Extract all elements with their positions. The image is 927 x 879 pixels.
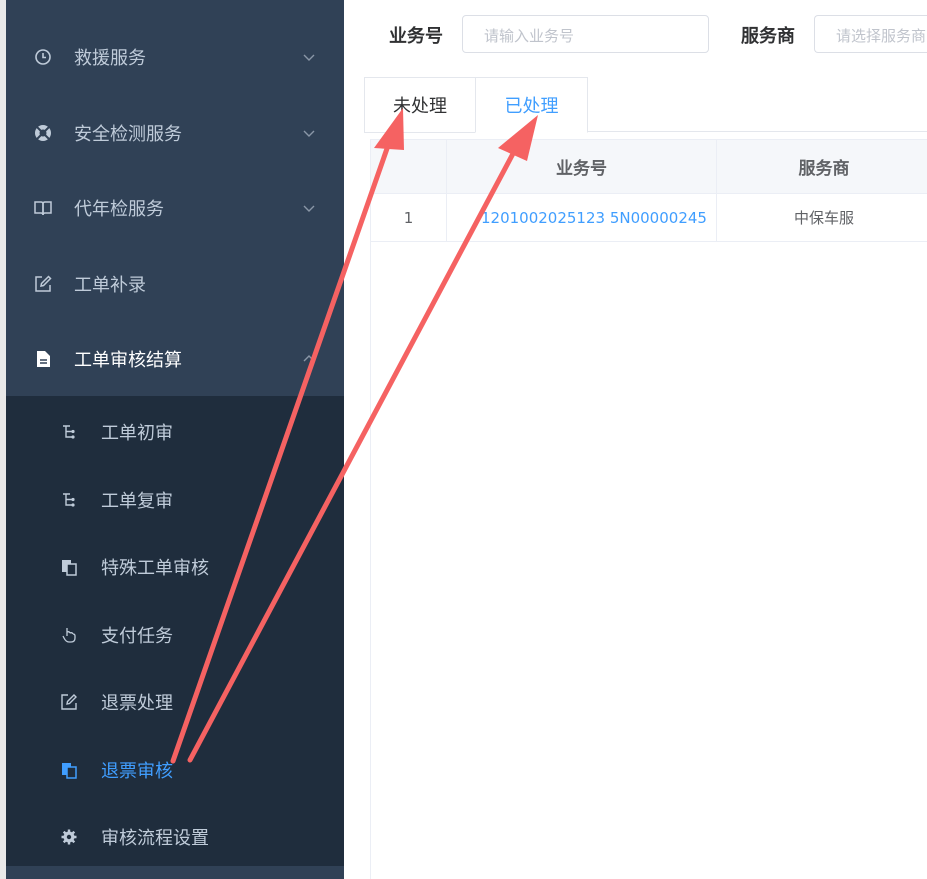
chevron-down-icon bbox=[303, 54, 315, 61]
submenu-item-label: 退票处理 bbox=[101, 692, 173, 714]
tab-label: 已处理 bbox=[504, 96, 559, 117]
submenu-item-label: 工单初审 bbox=[101, 422, 173, 444]
document-icon bbox=[37, 351, 50, 367]
submenu-item-label: 退票审核 bbox=[101, 760, 173, 782]
column-header-business-no: 业务号 bbox=[447, 140, 717, 193]
edit-icon bbox=[35, 275, 52, 292]
copy-icon bbox=[62, 559, 77, 576]
submenu-item-re-review[interactable]: 工单复审 bbox=[6, 466, 344, 533]
tab-processed[interactable]: 已处理 bbox=[475, 77, 588, 133]
submenu-item-audit-flow-settings[interactable]: 审核流程设置 bbox=[6, 803, 344, 870]
chevron-down-icon bbox=[303, 130, 315, 137]
column-header-index bbox=[371, 140, 447, 193]
results-table: 业务号 服务商 1 1201002025123 5N00000245 中保车服 bbox=[370, 139, 927, 879]
submenu-item-label: 特殊工单审核 bbox=[101, 557, 209, 579]
menu-item-label: 代年检服务 bbox=[74, 199, 164, 220]
submenu-order-audit: 工单初审 工单复审 特殊工单审核 支付任务 退票处理 退票审核 审核流程设置 bbox=[6, 396, 344, 866]
business-no-input[interactable]: 请输入业务号 bbox=[462, 15, 709, 53]
tab-unprocessed[interactable]: 未处理 bbox=[364, 77, 476, 133]
flow-icon bbox=[63, 492, 75, 507]
row-business-no-link[interactable]: 1201002025123 5N00000245 bbox=[447, 194, 717, 241]
submenu-item-special-order-audit[interactable]: 特殊工单审核 bbox=[6, 533, 344, 600]
business-no-label: 业务号 bbox=[389, 26, 443, 47]
chevron-down-icon bbox=[303, 205, 315, 212]
gear-icon bbox=[61, 829, 77, 844]
tab-label: 未处理 bbox=[393, 96, 447, 117]
chevron-up-icon bbox=[303, 355, 315, 362]
provider-placeholder: 请选择服务商 bbox=[836, 27, 927, 45]
hand-pointer-icon bbox=[62, 627, 76, 643]
submenu-item-label: 审核流程设置 bbox=[101, 827, 209, 849]
menu-item-safety-check[interactable]: 安全检测服务 bbox=[6, 95, 344, 171]
row-provider: 中保车服 bbox=[793, 209, 854, 227]
menu-item-label: 救援服务 bbox=[74, 48, 146, 69]
copy-icon bbox=[62, 762, 77, 779]
clock-icon bbox=[35, 49, 51, 65]
submenu-item-payment-task[interactable]: 支付任务 bbox=[6, 601, 344, 668]
submenu-item-refund-audit[interactable]: 退票审核 bbox=[6, 736, 344, 803]
menu-item-label: 工单补录 bbox=[74, 275, 146, 296]
lifebuoy-icon bbox=[35, 125, 51, 141]
menu-item-label: 工单审核结算 bbox=[74, 350, 182, 371]
sidebar: 救援服务 安全检测服务 代年检服务 工单补录 工单审核结算 工单初审 工单复审 … bbox=[0, 0, 344, 879]
book-icon bbox=[34, 201, 52, 216]
column-header-provider: 服务商 bbox=[798, 159, 850, 179]
row-index: 1 bbox=[371, 194, 447, 241]
edit-icon bbox=[61, 693, 77, 710]
menu-item-rescue[interactable]: 救援服务 bbox=[6, 19, 344, 95]
sidebar-bottom bbox=[6, 866, 344, 879]
business-no-placeholder: 请输入业务号 bbox=[484, 27, 575, 45]
menu-item-order-supplement[interactable]: 工单补录 bbox=[6, 246, 344, 322]
submenu-item-refund-handling[interactable]: 退票处理 bbox=[6, 668, 344, 735]
provider-label: 服务商 bbox=[741, 26, 795, 47]
menu-item-label: 安全检测服务 bbox=[74, 124, 182, 145]
menu-item-order-audit-settlement[interactable]: 工单审核结算 bbox=[6, 321, 344, 397]
submenu-item-initial-review[interactable]: 工单初审 bbox=[6, 398, 344, 465]
submenu-item-label: 工单复审 bbox=[101, 490, 173, 512]
submenu-item-label: 支付任务 bbox=[101, 625, 173, 647]
menu-item-annual-inspection[interactable]: 代年检服务 bbox=[6, 170, 344, 246]
provider-select[interactable]: 请选择服务商 bbox=[814, 15, 927, 53]
table-row[interactable]: 1 1201002025123 5N00000245 中保车服 bbox=[371, 194, 927, 242]
tabs-divider bbox=[587, 131, 927, 132]
status-tabs: 未处理 已处理 bbox=[364, 77, 927, 133]
flow-icon bbox=[63, 424, 75, 439]
table-header: 业务号 服务商 bbox=[371, 139, 927, 194]
